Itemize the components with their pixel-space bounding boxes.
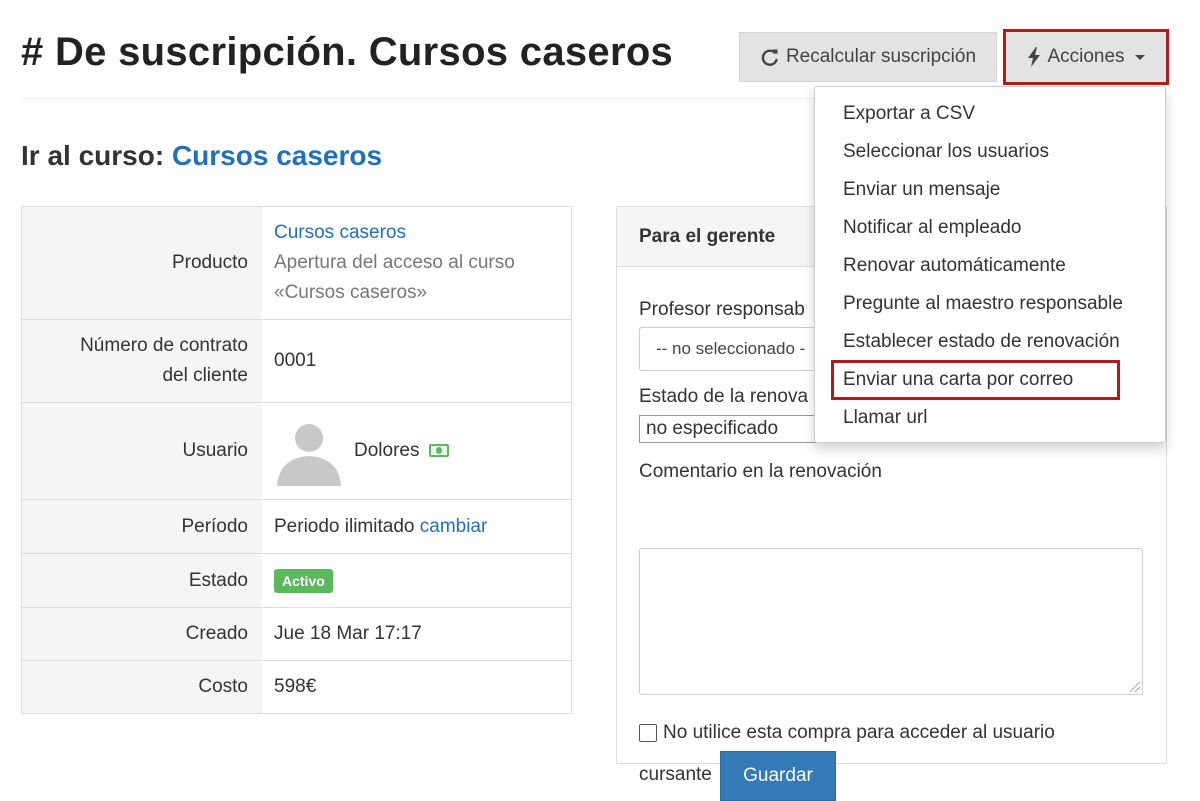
menu-item-send-mail-letter[interactable]: Enviar una carta por correo [815,361,1165,399]
cost-label: Costo [21,660,262,714]
table-row: Período Periodo ilimitado cambiar [21,499,572,554]
table-row: Estado Activo [21,553,572,608]
menu-item-ask-teacher[interactable]: Pregunte al maestro responsable [815,285,1165,323]
product-label: Producto [21,206,262,320]
renewal-status-select[interactable]: no especificado [639,415,829,443]
table-row: Creado Jue 18 Mar 17:17 [21,607,572,661]
table-row: Costo 598€ [21,660,572,714]
save-button[interactable]: Guardar [720,751,836,801]
contract-value: 0001 [262,319,572,403]
money-icon [428,444,449,458]
recalculate-label: Recalcular suscripción [785,46,977,67]
change-period-link[interactable]: cambiar [420,516,488,537]
chevron-down-icon [1134,54,1145,60]
teacher-label: Profesor responsab [639,299,805,320]
actions-label: Acciones [1047,46,1125,67]
menu-item-auto-renew[interactable]: Renovar automáticamente [815,247,1165,285]
product-description-line-2: «Cursos caseros» [274,282,428,303]
menu-item-send-message[interactable]: Enviar un mensaje [815,171,1165,209]
user-label: Usuario [21,402,262,500]
menu-item-call-url[interactable]: Llamar url [815,399,1165,437]
subscription-details-table: Producto Cursos caseros Apertura del acc… [21,206,572,714]
contract-label-line-2: del cliente [162,365,248,386]
renewal-status-label: Estado de la renova [639,386,809,407]
no-access-checkbox[interactable] [639,724,657,742]
cost-value: 598€ [262,660,572,714]
recalculate-subscription-button[interactable]: Recalcular suscripción [739,32,997,82]
avatar[interactable] [274,416,344,486]
renewal-comment-textarea[interactable] [639,548,1143,695]
course-prefix: Ir al curso: [21,140,165,171]
created-value: Jue 18 Mar 17:17 [262,607,572,661]
table-row: Producto Cursos caseros Apertura del acc… [21,206,572,320]
created-label: Creado [21,607,262,661]
comment-label: Comentario en la renovación [639,461,882,482]
actions-menu: Exportar a CSV Seleccionar los usuarios … [814,86,1166,443]
status-badge: Activo [274,568,333,593]
menu-item-notify-employee[interactable]: Notificar al empleado [815,209,1165,247]
no-access-label-line-1: No utilice esta compra para acceder al u… [663,722,1055,743]
menu-item-export-csv[interactable]: Exportar a CSV [815,95,1165,133]
bolt-icon [1028,47,1041,67]
status-label: Estado [21,553,262,608]
period-value: Periodo ilimitado [274,515,415,537]
course-heading: Ir al curso: Cursos caseros [21,140,382,172]
actions-dropdown-button[interactable]: Acciones [1003,29,1169,85]
table-row: Usuario Dolores [21,402,572,500]
product-description-line-1: Apertura del acceso al curso [274,252,515,273]
page-title: # De suscripción. Cursos caseros [21,30,674,74]
no-access-label-line-2: cursante [639,764,712,785]
period-label: Período [21,499,262,554]
course-link[interactable]: Cursos caseros [172,140,382,171]
refresh-icon [761,49,778,66]
table-row: Número de contrato del cliente 0001 [21,319,572,403]
user-name: Dolores [354,440,420,461]
menu-item-set-renewal-status[interactable]: Establecer estado de renovación [815,323,1165,361]
menu-item-select-users[interactable]: Seleccionar los usuarios [815,133,1165,171]
resize-handle-icon[interactable] [1130,682,1140,692]
teacher-select[interactable]: -- no seleccionado - [639,327,829,371]
contract-label-line-1: Número de contrato [80,335,248,356]
product-link[interactable]: Cursos caseros [274,222,406,243]
